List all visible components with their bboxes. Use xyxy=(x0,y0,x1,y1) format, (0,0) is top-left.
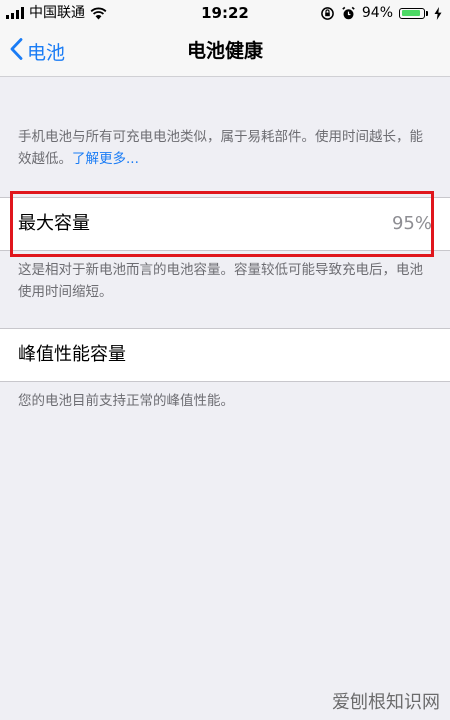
rotation-lock-icon xyxy=(320,6,335,21)
max-capacity-description: 这是相对于新电池而言的电池容量。容量较低可能导致充电后，电池使用时间缩短。 xyxy=(18,262,423,300)
page-title: 电池健康 xyxy=(186,40,263,62)
status-bar: 中国联通 19:22 94% xyxy=(0,0,450,26)
peak-performance-description: 您的电池目前支持正常的峰值性能。 xyxy=(18,393,234,409)
intro-note: 手机电池与所有可充电电池类似，属于易耗部件。使用时间越长，能效越低。了解更多..… xyxy=(18,126,434,170)
highlight-box xyxy=(10,191,434,257)
watermark: 爱刨根知识网 xyxy=(332,692,440,713)
learn-more-link[interactable]: 了解更多... xyxy=(72,151,139,167)
peak-performance-cell: 峰值性能容量 xyxy=(0,328,450,382)
navigation-bar: 电池 电池健康 xyxy=(0,26,450,77)
peak-performance-label: 峰值性能容量 xyxy=(18,344,126,365)
battery-percent: 94% xyxy=(361,5,393,21)
alarm-icon xyxy=(341,6,356,21)
battery-icon xyxy=(399,7,428,19)
status-right: 94% xyxy=(320,0,442,26)
charging-icon xyxy=(434,6,442,20)
